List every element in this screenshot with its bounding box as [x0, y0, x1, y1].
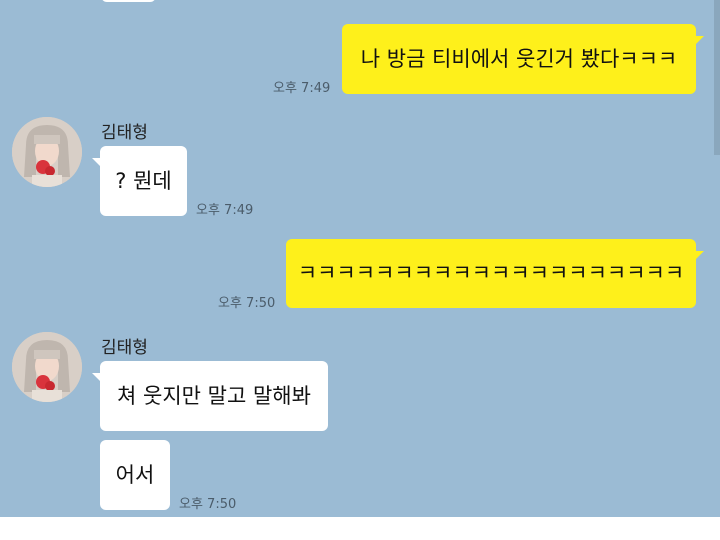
input-area	[0, 517, 720, 540]
message-time: 오후 7:50	[179, 497, 237, 512]
message-text: 어서	[115, 462, 155, 487]
my-message-bubble[interactable]: ㅋㅋㅋㅋㅋㅋㅋㅋㅋㅋㅋㅋㅋㅋㅋㅋㅋㅋㅋㅋ	[286, 239, 704, 308]
avatar-photo-icon	[12, 117, 82, 187]
contact-name: 김태형	[101, 338, 148, 358]
message-text: ㅋㅋㅋㅋㅋㅋㅋㅋㅋㅋㅋㅋㅋㅋㅋㅋㅋㅋㅋㅋ	[297, 261, 685, 285]
message-time: 오후 7:50	[218, 296, 276, 311]
contact-name: 김태형	[101, 123, 148, 143]
their-message-bubble[interactable]: 쳐 웃지만 말고 말해봐	[92, 361, 328, 431]
scrollbar-thumb[interactable]	[714, 0, 720, 155]
avatar-photo-icon	[12, 332, 82, 402]
their-message-bubble[interactable]: ? 뭔데	[92, 146, 187, 216]
message-text: 나 방금 티비에서 웃긴거 봤다ㅋㅋㅋ	[360, 46, 678, 71]
message-text: ? 뭔데	[115, 168, 172, 193]
message-time: 오후 7:49	[273, 81, 331, 96]
contact-avatar[interactable]	[12, 332, 82, 402]
my-message-bubble[interactable]: 나 방금 티비에서 웃긴거 봤다ㅋㅋㅋ	[342, 24, 704, 94]
message-time: 오후 7:49	[196, 203, 254, 218]
contact-avatar[interactable]	[12, 117, 82, 187]
message-text: 쳐 웃지만 말고 말해봐	[117, 383, 311, 408]
chat-area[interactable]: 나 방금 티비에서 웃긴거 봤다ㅋㅋㅋ 오후 7:49 김태형 ? 뭔데 오후 …	[0, 0, 720, 517]
partial-message-bubble	[101, 0, 156, 2]
their-message-bubble[interactable]: 어서	[100, 440, 170, 510]
